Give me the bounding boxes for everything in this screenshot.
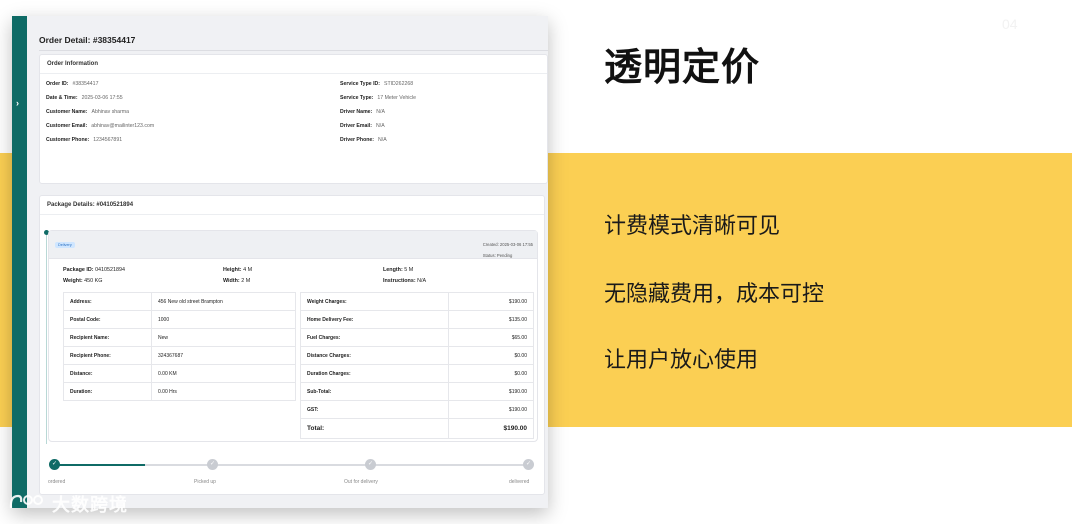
package-height: Height: 4 M (223, 267, 253, 273)
package-details-header: Package Details: #0410521894 (40, 196, 544, 215)
package-weight: Weight: 450 KG (63, 278, 103, 284)
headline: 透明定价 (604, 45, 761, 89)
package-length: Length: 5 M (383, 267, 414, 273)
bullet-2: 无隐藏费用，成本可控 (604, 282, 825, 307)
page-number: 04 (1002, 16, 1018, 32)
charges-table: Weight Charges: $190.00 Home Delivery Fee… (300, 292, 534, 439)
order-information-header: Order Information (40, 55, 547, 74)
order-information-card: Order Information Order ID: #38354417 Dat… (39, 54, 548, 184)
table-row: Distance Charges: $0.00 (300, 346, 534, 365)
total-row: Total: $190.00 (300, 418, 534, 439)
step-out-for-delivery-check-icon: ✓ (365, 459, 376, 470)
step-delivered-check-icon: ✓ (523, 459, 534, 470)
info-driver-name: Driver Name: N/A (340, 109, 385, 115)
package-item-header: Delivery Created: 2025-03-06 17:55 Statu… (49, 231, 537, 259)
table-row: Weight Charges: $190.00 (300, 292, 534, 311)
table-row: Duration Charges: $0.00 (300, 364, 534, 383)
delivery-badge: Delivery (55, 242, 75, 248)
info-order-id: Order ID: #38354417 (46, 81, 99, 87)
address-table: Address: 456 New old street Brampton Post… (63, 292, 296, 401)
package-instructions: Instructions: N/A (383, 278, 427, 284)
timeline-line (46, 232, 47, 444)
table-row: Duration: 0.00 Hrs (63, 382, 296, 401)
step-label-ordered: ordered (48, 479, 66, 485)
table-row: Address: 456 New old street Brampton (63, 292, 296, 311)
table-row: Fuel Charges: $65.00 (300, 328, 534, 347)
progress-line-done (50, 464, 145, 466)
sidebar: › (12, 16, 27, 508)
delivery-progress: ✓ ✓ ✓ ✓ ordered Picked up Out for delive… (39, 455, 541, 491)
info-service-type: Service Type: 17 Meter Vehicle (340, 95, 416, 101)
info-date-time: Date & Time: 2025-03-06 17:55 (46, 95, 123, 101)
package-width: Width: 2 M (223, 278, 251, 284)
package-item: Delivery Created: 2025-03-06 17:55 Statu… (48, 230, 538, 442)
info-service-type-id: Service Type ID: STID262268 (340, 81, 414, 87)
step-label-picked-up: Picked up (194, 479, 216, 485)
step-ordered-check-icon: ✓ (49, 459, 60, 470)
info-customer-email: Customer Email: abhinav@mailinter123.com (46, 123, 155, 129)
bullet-3: 让用户放心使用 (604, 348, 759, 373)
table-row: Sub-Total: $190.00 (300, 382, 534, 401)
table-row: Postal Code: 1000 (63, 310, 296, 329)
watermark-text: 大数跨境 (52, 495, 128, 515)
info-driver-email: Driver Email: N/A (340, 123, 385, 129)
table-row: Recipient Phone: 324367687 (63, 346, 296, 365)
table-row: Distance: 0.00 KM (63, 364, 296, 383)
created-date: Created: 2025-03-06 17:55 (482, 242, 533, 247)
info-customer-name: Customer Name: Abhinav sharma (46, 109, 130, 115)
order-detail-screenshot: › Order Detail: #38354417 Order Informat… (12, 16, 548, 508)
package-details-card: Package Details: #0410521894 Delivery Cr… (39, 195, 545, 495)
sidebar-toggle-icon[interactable]: › (16, 98, 19, 108)
table-row: GST: $190.00 (300, 400, 534, 419)
table-row: Home Delivery Fee: $135.00 (300, 310, 534, 329)
step-label-delivered: delivered (509, 479, 530, 485)
page-title: Order Detail: #38354417 (39, 35, 136, 45)
info-driver-phone: Driver Phone: N/A (340, 137, 387, 143)
step-label-out-for-delivery: Out for delivery (344, 479, 378, 485)
info-customer-phone: Customer Phone: 1234567891 (46, 137, 123, 143)
status-text: Status: Pending (482, 253, 513, 258)
package-id: Package ID: 0410521894 (63, 267, 126, 273)
table-row: Recipient Name: New (63, 328, 296, 347)
divider (39, 50, 548, 51)
slide: { "slide": { "page_number": "04", "headl… (0, 0, 1080, 524)
progress-line-remaining (145, 464, 530, 466)
bullet-1: 计费模式清晰可见 (604, 214, 781, 239)
step-picked-up-check-icon: ✓ (207, 459, 218, 470)
package-meta: Created: 2025-03-06 17:55 Status: Pendin… (483, 239, 533, 261)
watermark-logo-icon (9, 494, 43, 509)
